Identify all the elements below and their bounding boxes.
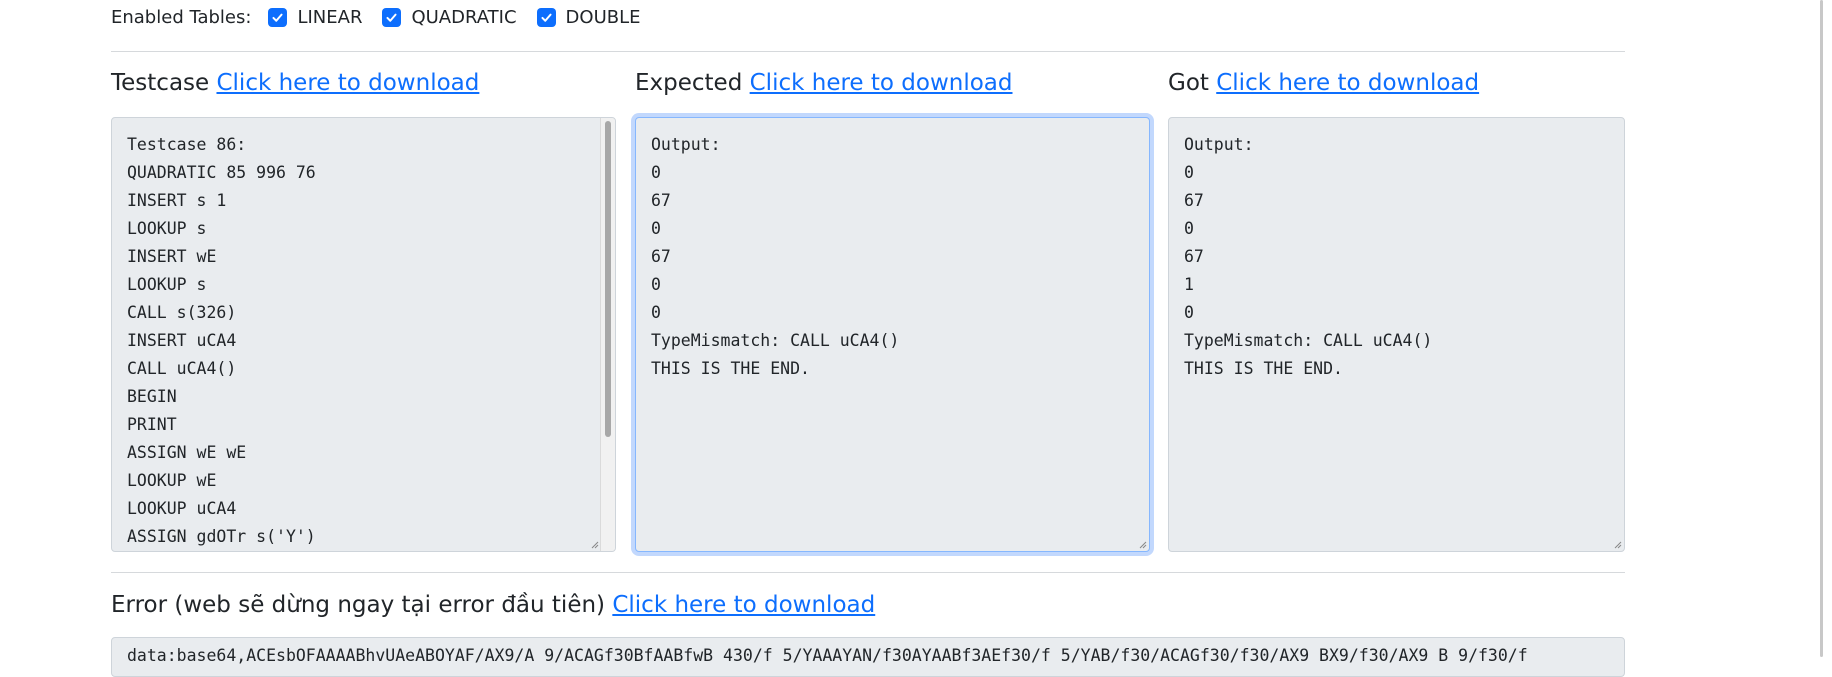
enabled-tables-row: Enabled Tables: LINEAR QUADRATIC DOUBLE	[111, 4, 661, 30]
code-line: INSERT wE	[127, 247, 217, 266]
code-line: LOOKUP wE	[127, 471, 217, 490]
output-line: 67	[651, 191, 671, 210]
expected-heading: Expected Click here to download	[635, 70, 1013, 96]
error-textarea[interactable]: data:base64,ACEsbOFAAAABhvUAeABOYAF/AX9/…	[111, 637, 1625, 677]
got-download-link[interactable]: Click here to download	[1216, 70, 1479, 96]
divider	[111, 51, 1625, 52]
testcase-scrollbar[interactable]	[600, 118, 615, 551]
error-heading: Error (web sẽ dừng ngay tại error đầu ti…	[111, 592, 875, 618]
output-line: TypeMismatch: CALL uCA4()	[1184, 331, 1433, 350]
testcase-content[interactable]: Testcase 86: QUADRATIC 85 996 76 INSERT s …	[112, 118, 615, 551]
expected-content[interactable]: Output: 0 67 0 67 0 0 TypeMismatch: CALL uCA4()…	[636, 118, 1149, 396]
checkmark-icon[interactable]	[536, 7, 556, 27]
got-title: Got	[1168, 70, 1209, 96]
quadratic-checkbox-label[interactable]: QUADRATIC	[411, 7, 516, 28]
output-line: 67	[1184, 247, 1204, 266]
output-line: 1	[1184, 275, 1194, 294]
output-line: THIS IS THE END.	[1184, 359, 1343, 378]
testcase-textarea[interactable]: Testcase 86: QUADRATIC 85 996 76 INSERT s …	[111, 117, 616, 552]
quadratic-checkbox[interactable]: QUADRATIC	[382, 7, 517, 28]
got-content[interactable]: Output: 0 67 0 67 1 0 TypeMismatch: CALL uCA4()…	[1169, 118, 1624, 396]
double-checkbox-label[interactable]: DOUBLE	[566, 7, 641, 28]
testcase-scrollbar-thumb[interactable]	[605, 121, 611, 437]
got-heading: Got Click here to download	[1168, 70, 1479, 96]
output-line: Output:	[1184, 135, 1254, 154]
expected-title: Expected	[635, 70, 743, 96]
output-line: 0	[1184, 219, 1194, 238]
output-line: 0	[651, 275, 661, 294]
checkmark-icon[interactable]	[268, 7, 288, 27]
error-download-link[interactable]: Click here to download	[612, 592, 875, 618]
resize-grip-icon[interactable]	[1138, 540, 1147, 549]
output-line: Output:	[651, 135, 721, 154]
output-line: 0	[651, 303, 661, 322]
code-line: Testcase 86:	[127, 135, 247, 154]
error-title: Error (web sẽ dừng ngay tại error đầu ti…	[111, 592, 606, 618]
output-line: 0	[651, 163, 661, 182]
expected-download-link[interactable]: Click here to download	[750, 70, 1013, 96]
code-line: PRINT	[127, 415, 177, 434]
double-checkbox[interactable]: DOUBLE	[536, 7, 641, 28]
testcase-heading: Testcase Click here to download	[111, 70, 479, 96]
code-line: LOOKUP s	[127, 275, 207, 294]
code-line: BEGIN	[127, 387, 177, 406]
error-content[interactable]: data:base64,ACEsbOFAAAABhvUAeABOYAF/AX9/…	[112, 644, 1624, 668]
output-line: 0	[651, 219, 661, 238]
linear-checkbox[interactable]: LINEAR	[268, 7, 362, 28]
output-line: 0	[1184, 303, 1194, 322]
testcase-title: Testcase	[111, 70, 210, 96]
code-line: CALL s(326)	[127, 303, 237, 322]
linear-checkbox-label[interactable]: LINEAR	[297, 7, 362, 28]
code-line: LOOKUP uCA4	[127, 499, 237, 518]
code-line: ASSIGN gdOTr s('Y')	[127, 527, 316, 546]
output-line: 67	[651, 247, 671, 266]
page-scrollbar-thumb[interactable]	[1820, 0, 1823, 657]
divider	[111, 572, 1625, 573]
testcase-download-link[interactable]: Click here to download	[216, 70, 479, 96]
output-line: 67	[1184, 191, 1204, 210]
code-line: CALL uCA4()	[127, 359, 237, 378]
code-line: ASSIGN wE wE	[127, 443, 247, 462]
code-line: QUADRATIC 85 996 76	[127, 163, 316, 182]
enabled-tables-label: Enabled Tables:	[111, 6, 252, 28]
code-line: INSERT uCA4	[127, 331, 237, 350]
output-line: TypeMismatch: CALL uCA4()	[651, 331, 900, 350]
output-line: 0	[1184, 163, 1194, 182]
expected-textarea[interactable]: Output: 0 67 0 67 0 0 TypeMismatch: CALL uCA4()…	[635, 117, 1150, 552]
got-textarea[interactable]: Output: 0 67 0 67 1 0 TypeMismatch: CALL uCA4()…	[1168, 117, 1625, 552]
output-line: THIS IS THE END.	[651, 359, 810, 378]
code-line: INSERT s 1	[127, 191, 227, 210]
page-scrollbar[interactable]	[1814, 0, 1832, 657]
resize-grip-icon[interactable]	[590, 540, 599, 549]
checkmark-icon[interactable]	[382, 7, 402, 27]
code-line: LOOKUP s	[127, 219, 207, 238]
resize-grip-icon[interactable]	[1613, 540, 1622, 549]
